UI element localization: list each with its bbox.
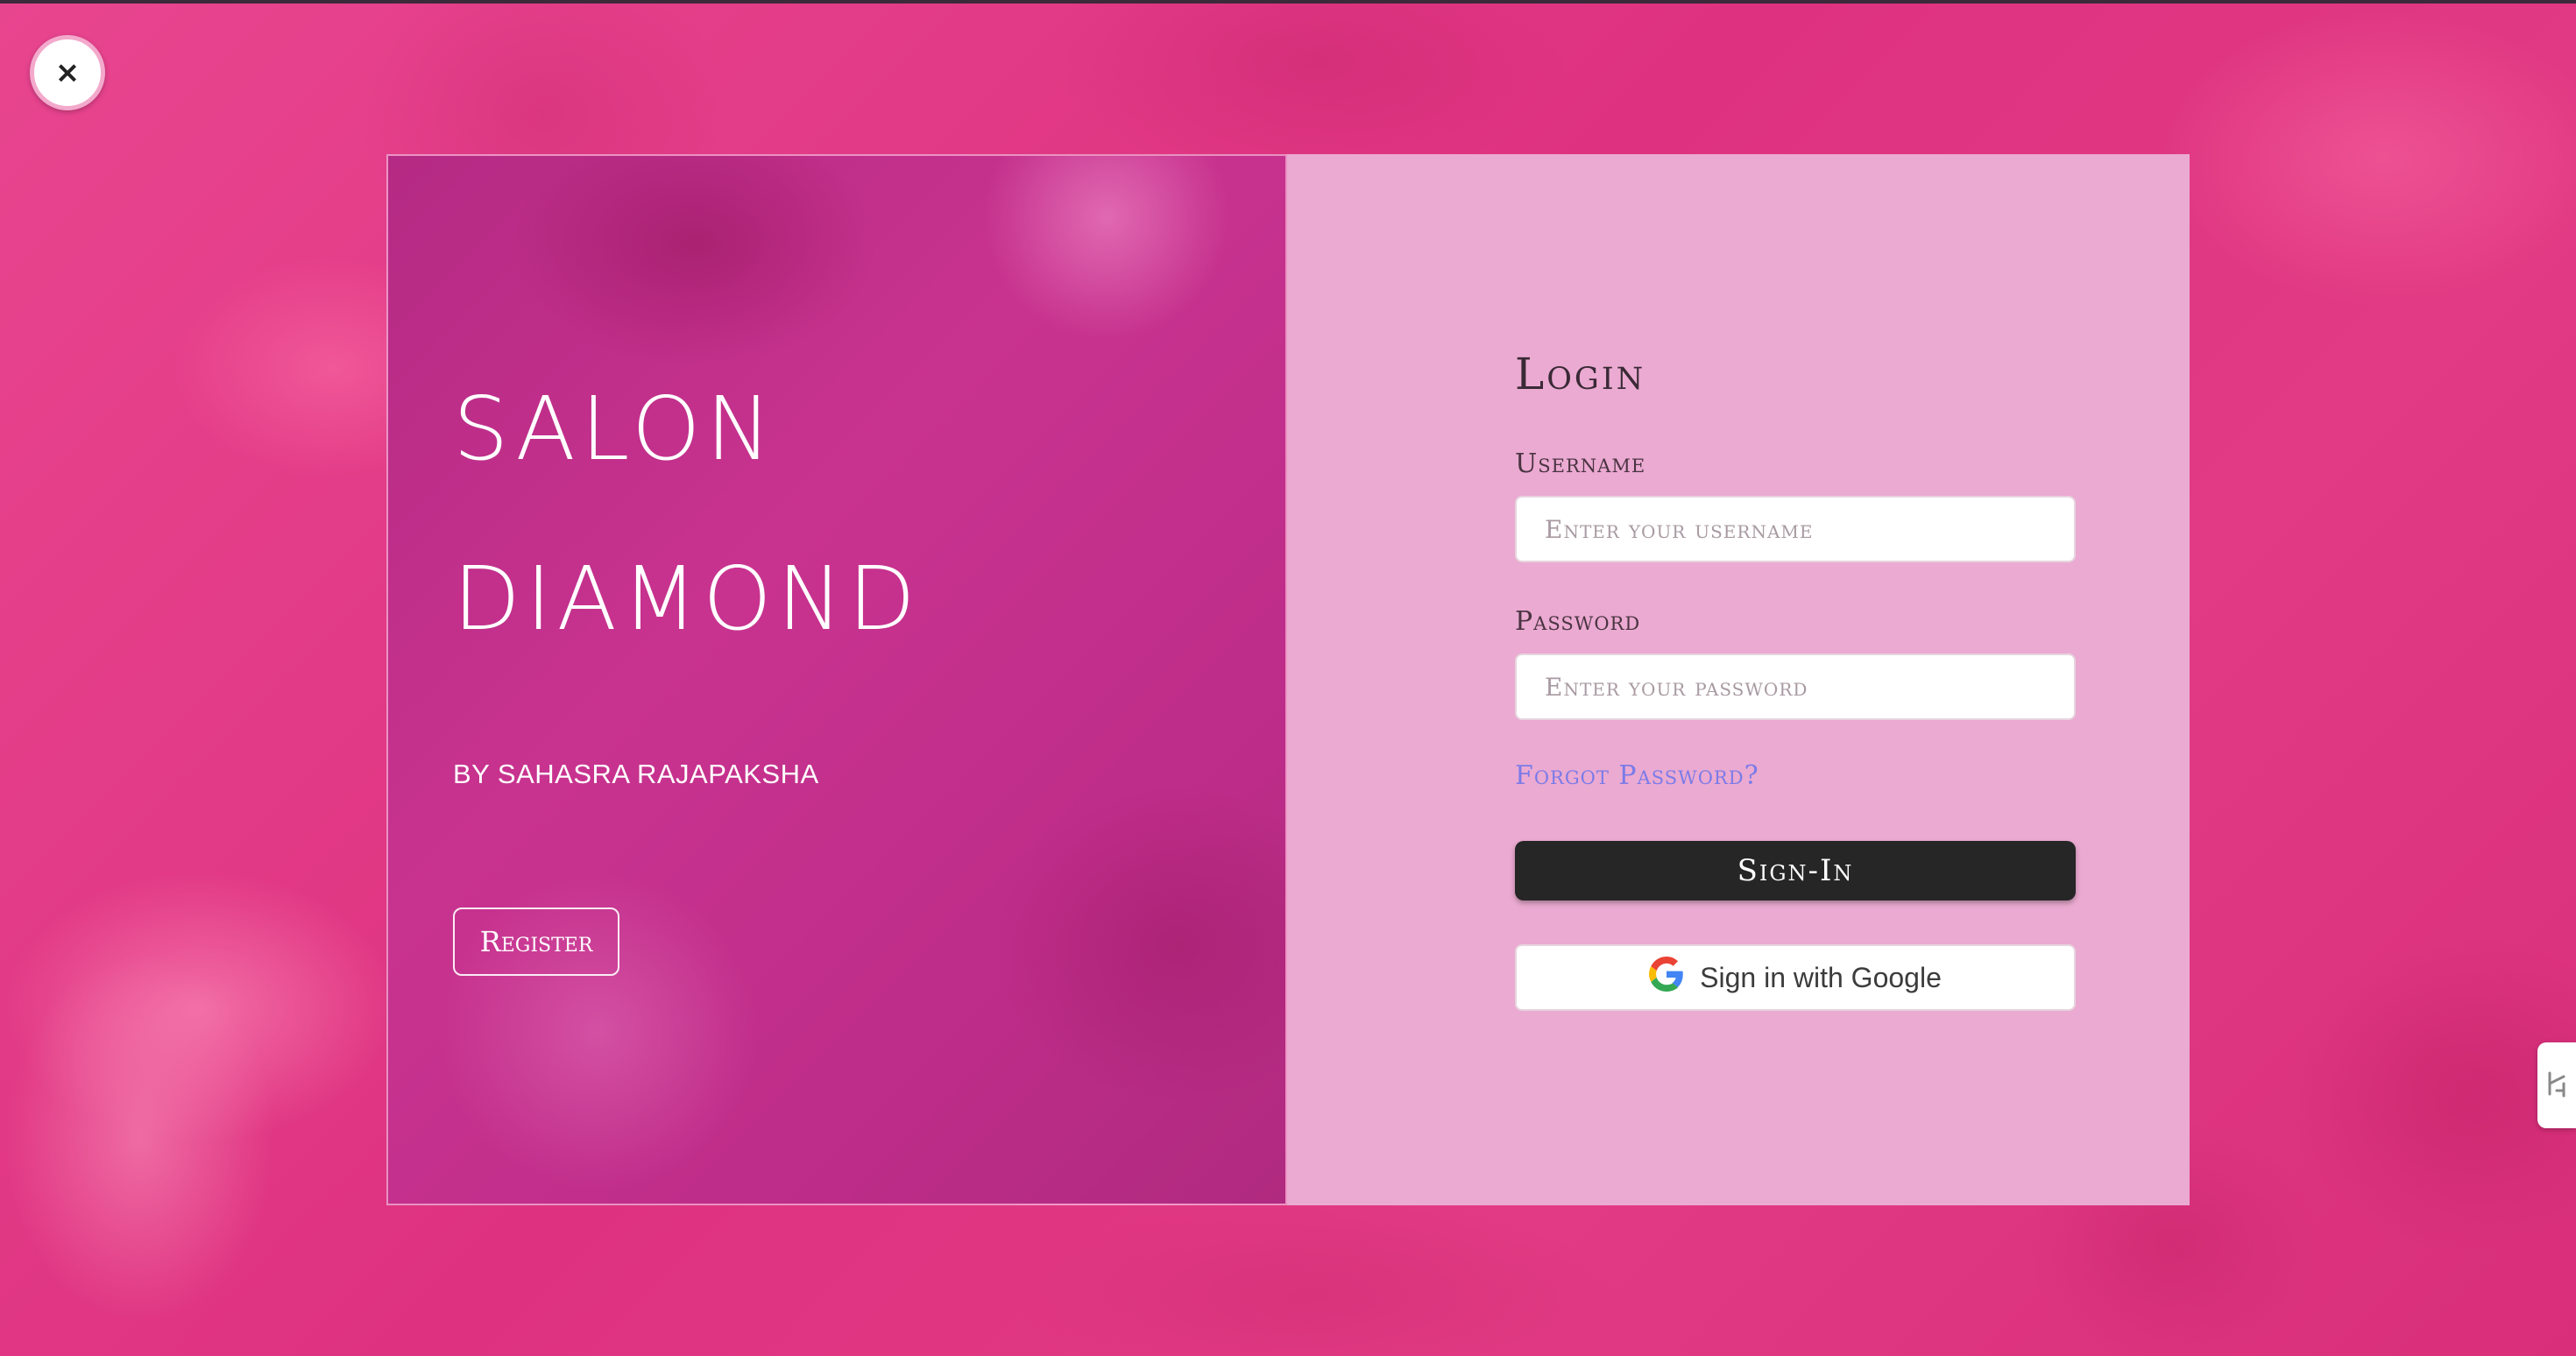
brand-panel: SALON DIAMOND BY SAHASRA RAJAPAKSHA Regi… — [386, 154, 1287, 1205]
google-sign-in-button[interactable]: Sign in with Google — [1515, 944, 2076, 1011]
forgot-password-link[interactable]: Forgot Password? — [1515, 760, 1759, 791]
google-icon — [1649, 957, 1684, 999]
login-title: Login — [1515, 349, 1646, 399]
sign-in-button[interactable]: Sign-In — [1515, 841, 2076, 900]
brand-title-line-2: DIAMOND — [453, 547, 921, 650]
brand-byline: BY SAHASRA RAJAPAKSHA — [453, 759, 819, 789]
register-button[interactable]: Register — [453, 908, 619, 976]
side-extension-tab[interactable] — [2537, 1042, 2576, 1128]
google-sign-in-label: Sign in with Google — [1700, 961, 1942, 993]
close-icon: × — [54, 55, 81, 90]
extension-handle-icon — [2544, 1066, 2569, 1105]
window-top-border — [0, 0, 2576, 4]
login-form-panel: Login Username Password Forgot Password?… — [1287, 154, 2190, 1205]
password-input[interactable] — [1515, 653, 2076, 720]
brand-title-line-1: SALON — [453, 378, 777, 480]
close-button[interactable]: × — [30, 35, 105, 110]
username-input[interactable] — [1515, 496, 2076, 562]
login-card: SALON DIAMOND BY SAHASRA RAJAPAKSHA Regi… — [386, 154, 2190, 1205]
username-label: Username — [1515, 448, 1646, 479]
password-label: Password — [1515, 606, 1641, 637]
